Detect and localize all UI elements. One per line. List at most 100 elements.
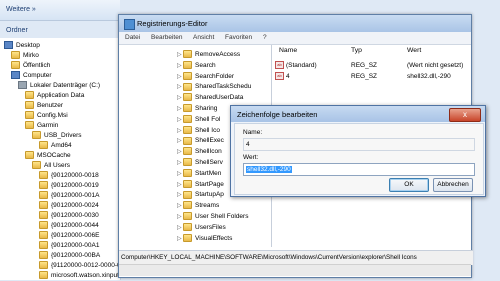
column-name-header[interactable]: Name <box>279 47 297 54</box>
folders-label: Ordner <box>6 27 28 34</box>
tree-item-label: {90120000-00A1 <box>51 242 100 249</box>
value-data: (Wert nicht gesetzt) <box>407 62 464 69</box>
folder-icon <box>183 169 192 178</box>
folder-icon <box>39 141 48 150</box>
close-icon[interactable]: x <box>449 108 481 122</box>
registry-key-item[interactable]: ▷ Shell Fol <box>177 114 220 125</box>
folder-icon <box>32 131 41 140</box>
tree-item-label: Lokaler Datenträger (C:) <box>30 82 101 89</box>
menu-datei[interactable]: Datei <box>125 34 140 41</box>
tree-item-label: {90120000-006E <box>51 232 100 239</box>
forward-link[interactable]: Weiterе » <box>6 6 36 13</box>
registry-key-item[interactable]: ▷ ShellExec <box>177 135 224 146</box>
folder-icon <box>183 104 192 113</box>
registry-key-item[interactable]: ▷ SharedTaskSchedu <box>177 81 251 92</box>
value-type: REG_SZ <box>351 62 378 69</box>
value-name: (Standard) <box>286 62 317 69</box>
registry-key-item[interactable]: ▷ UsersFiles <box>177 222 226 233</box>
tree-item-label: {90120000-0018 <box>51 172 99 179</box>
registry-key-item[interactable]: ▷ StartPage <box>177 179 224 190</box>
value-field[interactable]: shell32.dll,-290 <box>243 163 475 176</box>
folder-icon <box>25 121 34 130</box>
tree-item-label: {90120000-001A <box>51 192 100 199</box>
folder-icon <box>39 231 48 240</box>
value-row[interactable]: ab (Standard) REG_SZ (Wert nicht gesetzt) <box>275 61 471 71</box>
column-value-header[interactable]: Wert <box>407 47 421 54</box>
folder-icon <box>25 101 34 110</box>
string-value-icon: ab <box>275 72 284 81</box>
tree-item-label: MSOCache <box>37 152 71 159</box>
folder-icon <box>39 251 48 260</box>
registry-key-label: User Shell Folders <box>195 213 249 220</box>
registry-key-label: Streams <box>195 202 220 210</box>
registry-key-label: ShellServ <box>195 159 223 166</box>
folder-icon <box>183 190 192 199</box>
registry-title: Registrierungs-Editor <box>137 19 208 28</box>
registry-key-item[interactable]: ▷ SearchFolder <box>177 71 234 82</box>
registry-key-label: StartupAp <box>195 191 224 199</box>
registry-key-item[interactable]: ▷ StartupAp <box>177 189 224 200</box>
folder-icon <box>183 212 192 221</box>
registry-key-item[interactable]: ▷ ShellServ <box>177 157 223 168</box>
tree-item-label: {90120000-0044 <box>51 222 99 229</box>
column-type-header[interactable]: Typ <box>351 47 362 54</box>
registry-key-item[interactable]: ▷ RemoveAccess <box>177 49 240 60</box>
folder-tree: Desktop Mirko Öffentlich Computer Lokaler Da… <box>0 38 189 280</box>
tree-item-label: {90120000-0019 <box>51 182 99 189</box>
dialog-body: Name: 4 Wert: shell32.dll,-290 OK Abbrec… <box>234 123 484 195</box>
folder-icon <box>39 171 48 180</box>
registry-key-label: ShellExec <box>195 137 224 145</box>
registry-key-item[interactable]: ▷ ShellIcon <box>177 146 222 157</box>
registry-key-label: SearchFolder <box>195 72 235 80</box>
folder-icon <box>39 201 48 210</box>
tree-item-label: Desktop <box>16 42 40 49</box>
folder-icon <box>25 91 34 100</box>
folder-icon <box>183 233 192 242</box>
name-field: 4 <box>243 138 475 151</box>
registry-key-label: ShellIcon <box>195 148 222 156</box>
registry-key-item[interactable]: ▷ User Shell Folders <box>177 211 248 222</box>
registry-key-item[interactable]: ▷ Shell Ico <box>177 125 220 136</box>
folder-icon <box>183 93 192 102</box>
folder-icon <box>39 261 48 270</box>
menu-ansicht[interactable]: Ansicht <box>193 34 214 41</box>
value-label: Wert: <box>243 154 259 161</box>
registry-key-label: StartMen <box>195 169 222 177</box>
folder-icon <box>32 161 41 170</box>
folder-icon <box>183 125 192 134</box>
registry-key-item[interactable]: ▷ VisualEffects <box>177 233 232 244</box>
horizontal-scrollbar[interactable] <box>119 264 471 276</box>
registry-key-item[interactable]: ▷ Streams <box>177 200 219 211</box>
tree-item-label: USB_Drivers <box>44 132 82 139</box>
registry-key-label: Shell Ico <box>195 126 220 134</box>
registry-key-item[interactable]: ▷ SharedUserData <box>177 92 243 103</box>
value-data: shell32.dll,-290 <box>407 73 451 80</box>
folder-icon <box>183 50 192 59</box>
tree-item-label: Config.Msi <box>37 112 68 119</box>
folder-icon <box>39 181 48 190</box>
folder-icon <box>11 51 20 60</box>
value-row[interactable]: ab 4 REG_SZ shell32.dll,-290 <box>275 72 471 82</box>
registry-app-icon <box>124 19 135 30</box>
menu-help[interactable]: ? <box>263 34 267 41</box>
folder-icon <box>11 61 20 70</box>
drive-icon <box>18 81 27 90</box>
dialog-title-bar[interactable]: Zeichenfolge bearbeiten <box>231 106 485 122</box>
folders-pane-header[interactable]: Ordner <box>0 24 120 38</box>
folder-icon <box>183 201 192 210</box>
menu-favoriten[interactable]: Favoriten <box>225 34 252 41</box>
registry-title-bar[interactable]: Registrierungs-Editor <box>119 15 471 32</box>
registry-key-label: VisualEffects <box>195 234 233 242</box>
registry-key-item[interactable]: ▷ Sharing <box>177 103 217 114</box>
registry-key-label: SharedUserData <box>195 94 244 102</box>
registry-key-item[interactable]: ▷ StartMen <box>177 168 221 179</box>
tree-item-label: {90120000-0024 <box>51 202 99 209</box>
folder-icon <box>39 241 48 250</box>
ok-button[interactable]: OK <box>389 178 429 192</box>
menu-bearbeiten[interactable]: Bearbeiten <box>151 34 182 41</box>
tree-item-label: All Users <box>44 162 71 169</box>
cancel-button[interactable]: Abbrechen <box>433 178 473 192</box>
folder-icon <box>183 223 192 232</box>
registry-key-item[interactable]: ▷ Search <box>177 60 216 71</box>
tree-item-label: Mirko <box>23 52 39 59</box>
